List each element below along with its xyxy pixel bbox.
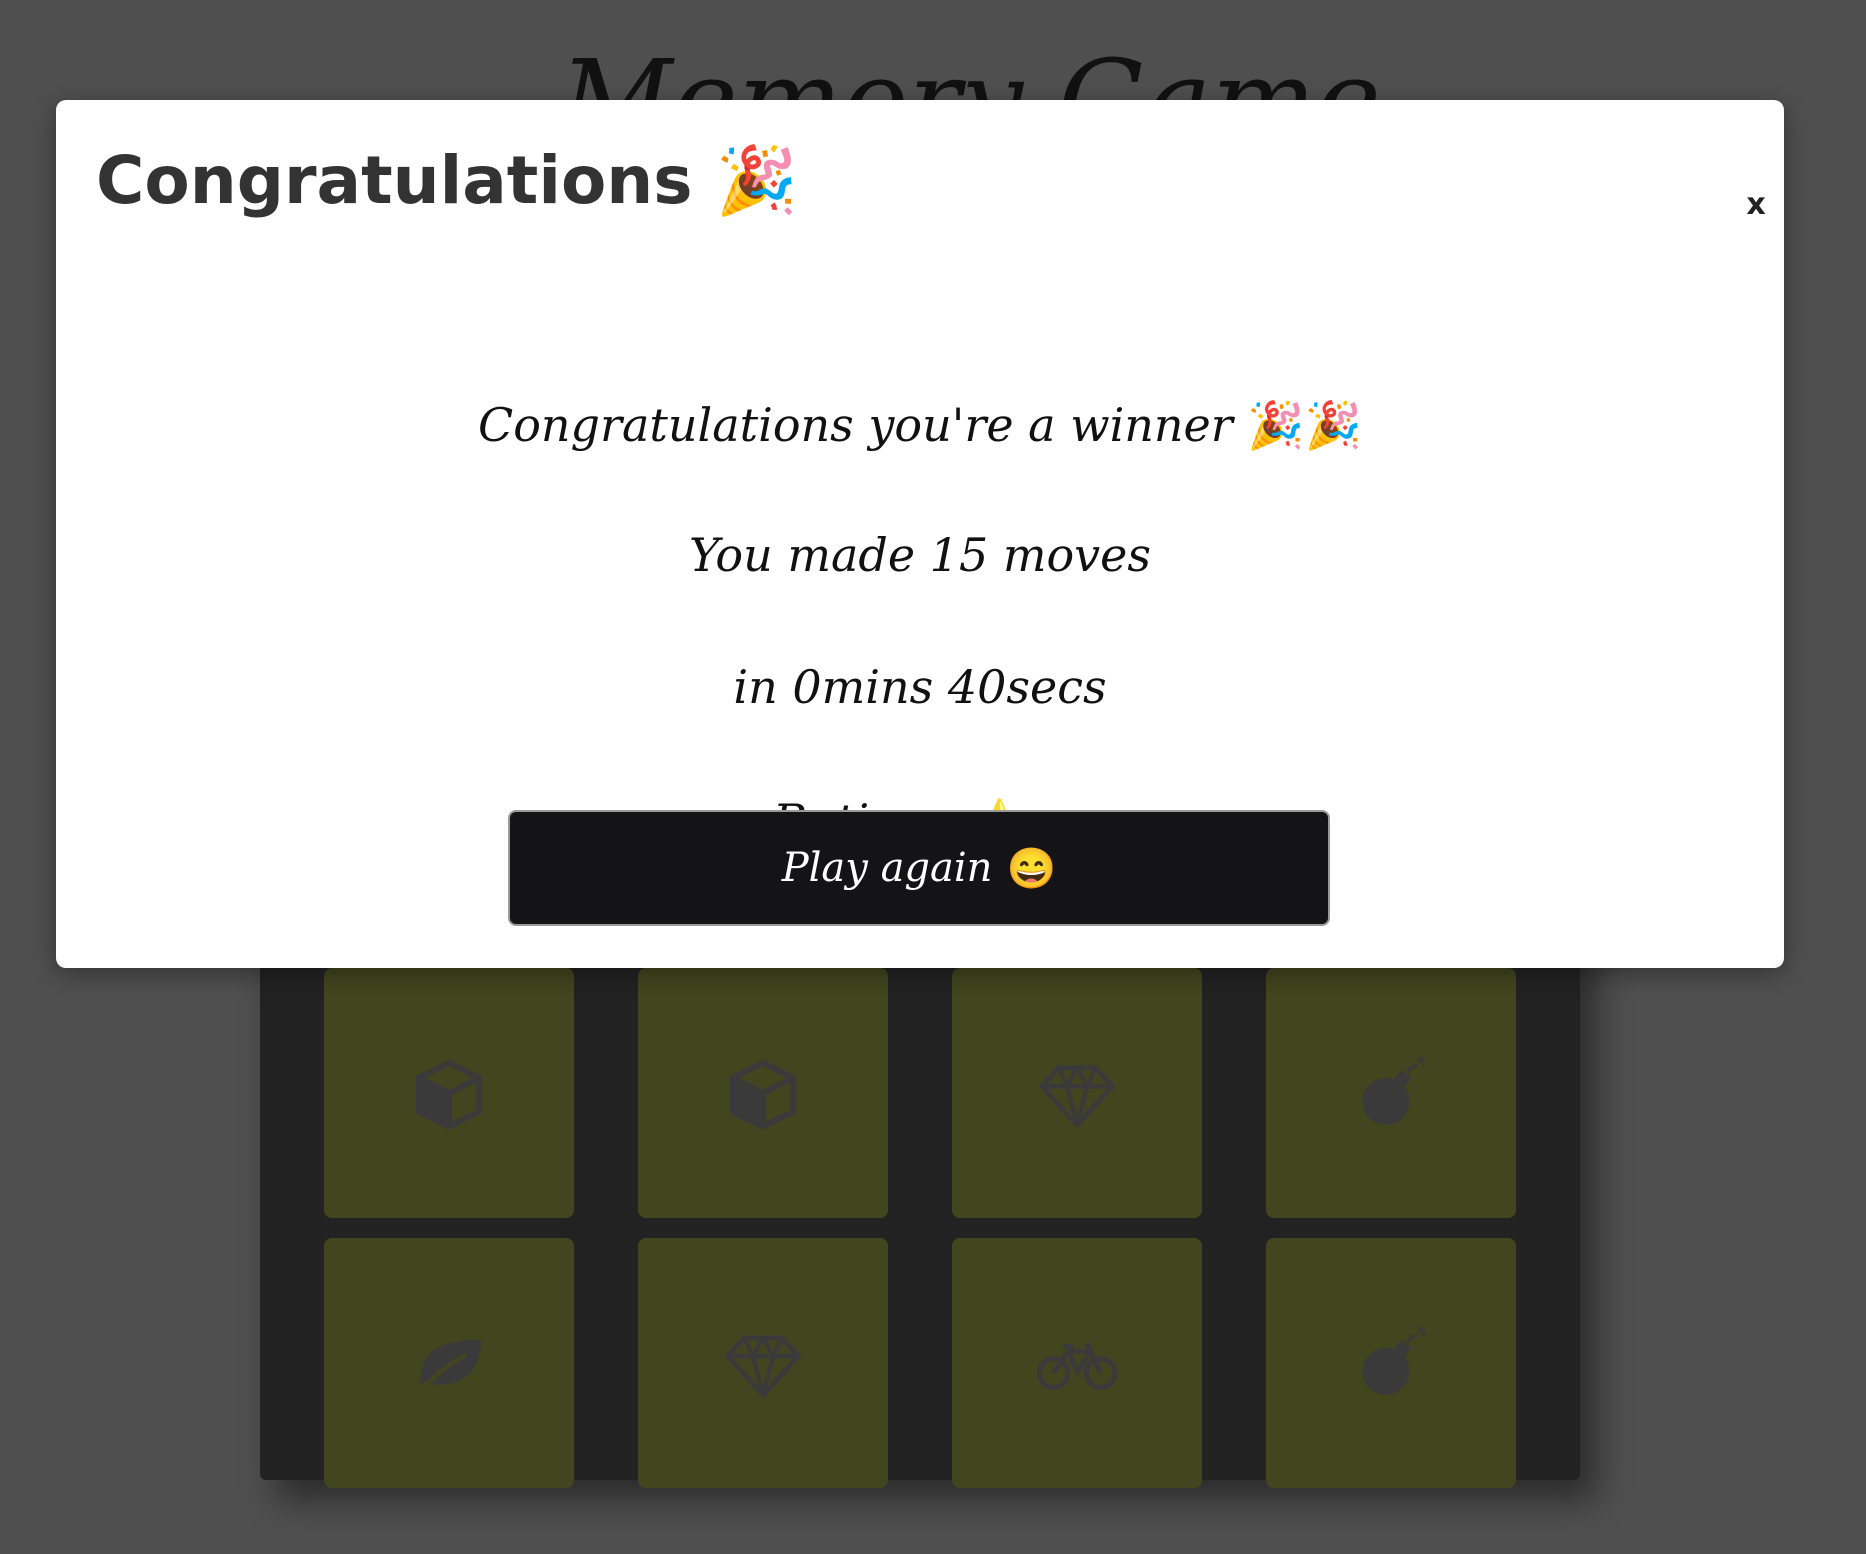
close-button[interactable]: x [1738, 182, 1774, 226]
play-again-button[interactable]: Play again 😄 [508, 810, 1330, 926]
party-popper-icon: 🎉 [715, 142, 798, 219]
congratulations-modal: Congratulations 🎉 x Congratulations you'… [56, 100, 1784, 968]
grinning-face-icon: 😄 [1006, 845, 1057, 892]
modal-title: Congratulations 🎉 [96, 140, 798, 222]
party-popper-icon: 🎉🎉 [1247, 398, 1362, 452]
winner-message-text: Congratulations you're a winner [478, 398, 1233, 452]
modal-title-text: Congratulations [96, 142, 693, 219]
time-summary: in 0mins 40secs [733, 660, 1107, 714]
play-again-label: Play again [781, 845, 993, 891]
winner-message: Congratulations you're a winner 🎉🎉 [56, 394, 1784, 456]
moves-summary: You made 15 moves [689, 528, 1151, 582]
